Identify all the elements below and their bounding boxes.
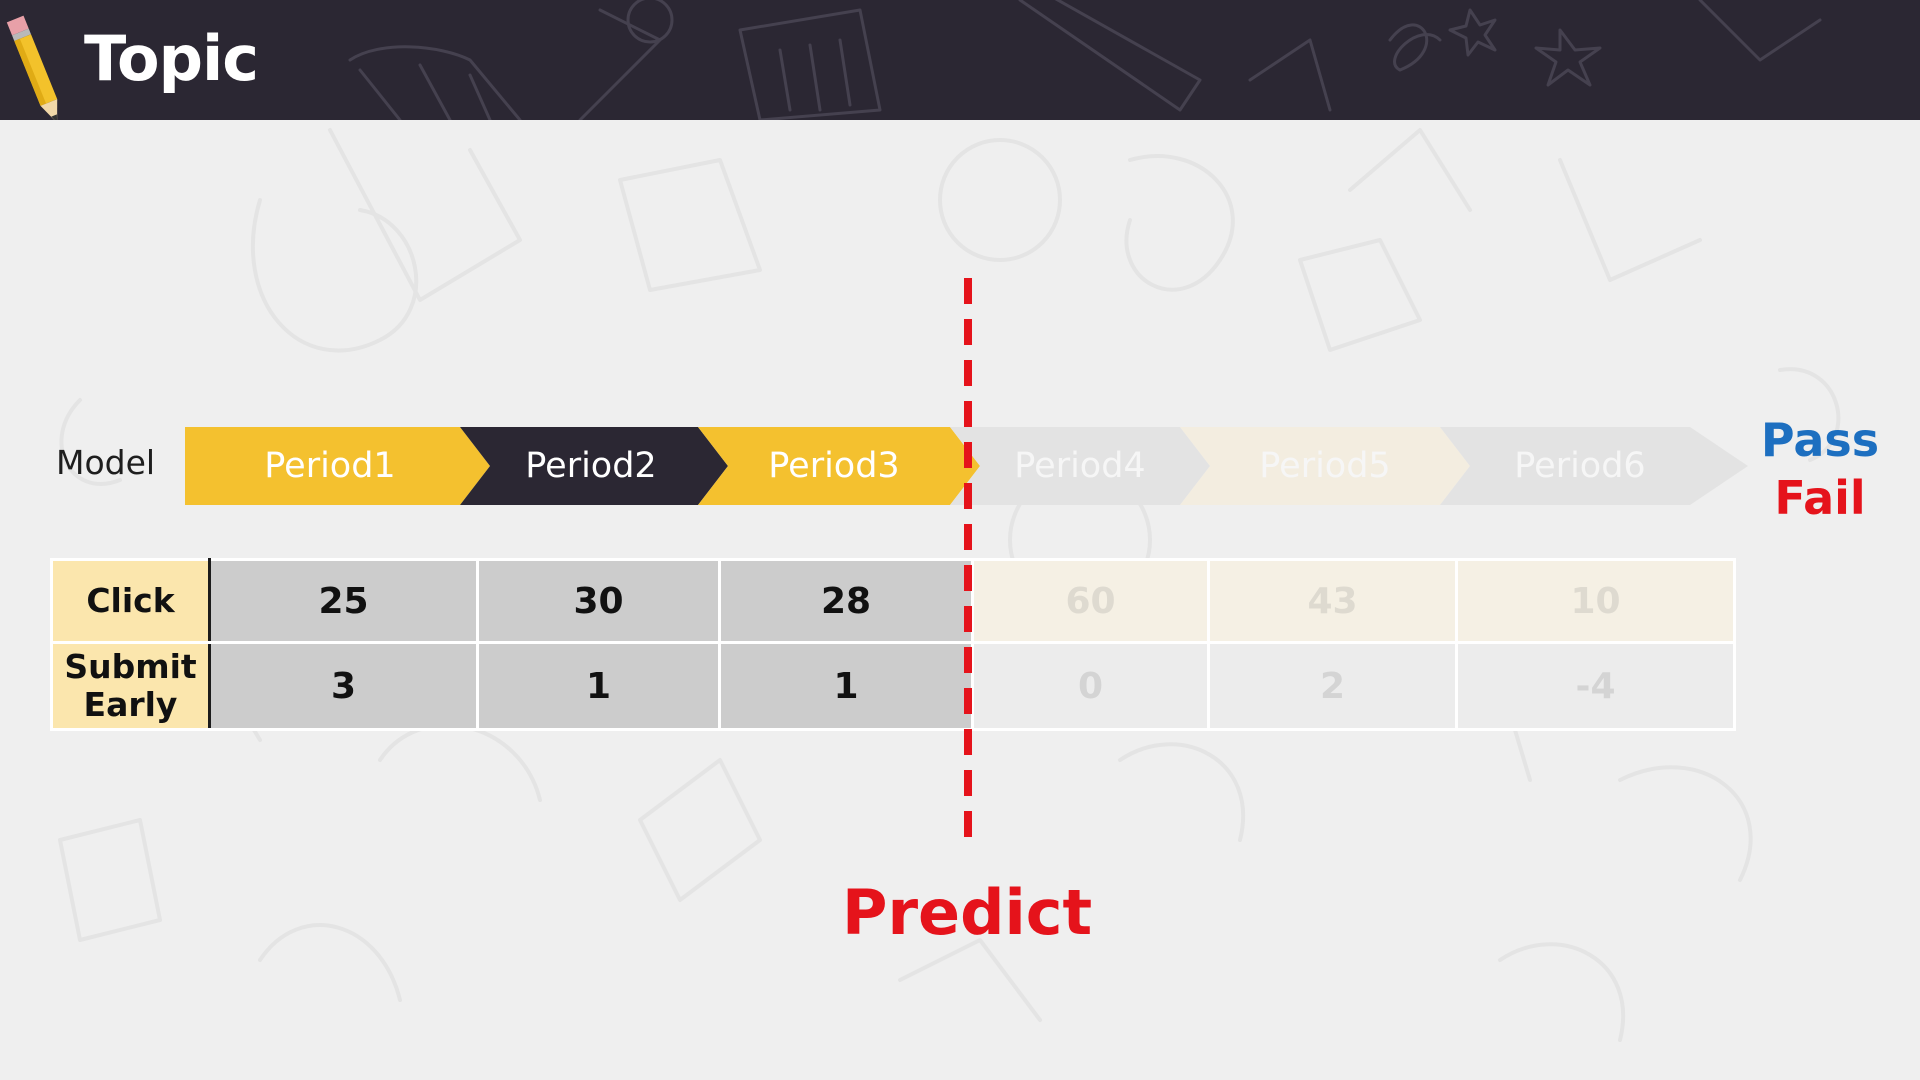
predict-label: Predict <box>842 876 1093 949</box>
row-header-line: Early <box>83 685 178 724</box>
header-bar: Topic <box>0 0 1920 120</box>
table-cell-faded: 43 <box>1207 558 1458 644</box>
table-row-click: Click 25 30 28 60 43 10 <box>50 558 1736 644</box>
model-label: Model <box>56 443 156 482</box>
table-cell: 30 <box>476 558 721 644</box>
header-doodles-decoration <box>348 0 1822 120</box>
period2-label: Period2 <box>525 446 657 486</box>
pencil-icon <box>6 15 58 120</box>
table-cell: 3 <box>208 641 479 731</box>
predict-divider-line <box>964 278 972 850</box>
period5-label: Period5 <box>1259 446 1391 486</box>
table-cell-faded: 10 <box>1455 558 1736 644</box>
table-cell: 1 <box>718 641 974 731</box>
period-data-table: Click 25 30 28 60 43 10 Submit Early 3 1… <box>50 558 1736 731</box>
row-header-submit-early: Submit Early <box>50 641 211 731</box>
table-cell-faded: -4 <box>1455 641 1736 731</box>
table-cell: 1 <box>476 641 721 731</box>
page-title: Topic <box>84 22 259 95</box>
table-cell: 25 <box>208 558 479 644</box>
row-header-line: Submit <box>64 647 197 687</box>
pass-label: Pass <box>1760 413 1880 467</box>
table-cell: 28 <box>718 558 974 644</box>
period6-label: Period6 <box>1514 446 1646 486</box>
table-row-submit-early: Submit Early 3 1 1 0 2 -4 <box>50 641 1736 731</box>
table-cell-faded: 2 <box>1207 641 1458 731</box>
table-cell-faded: 0 <box>971 641 1210 731</box>
period4-label: Period4 <box>1014 446 1146 486</box>
fail-label: Fail <box>1774 471 1866 525</box>
period1-label: Period1 <box>264 446 396 486</box>
table-cell-faded: 60 <box>971 558 1210 644</box>
period3-label: Period3 <box>768 446 900 486</box>
row-header-click: Click <box>50 558 211 644</box>
